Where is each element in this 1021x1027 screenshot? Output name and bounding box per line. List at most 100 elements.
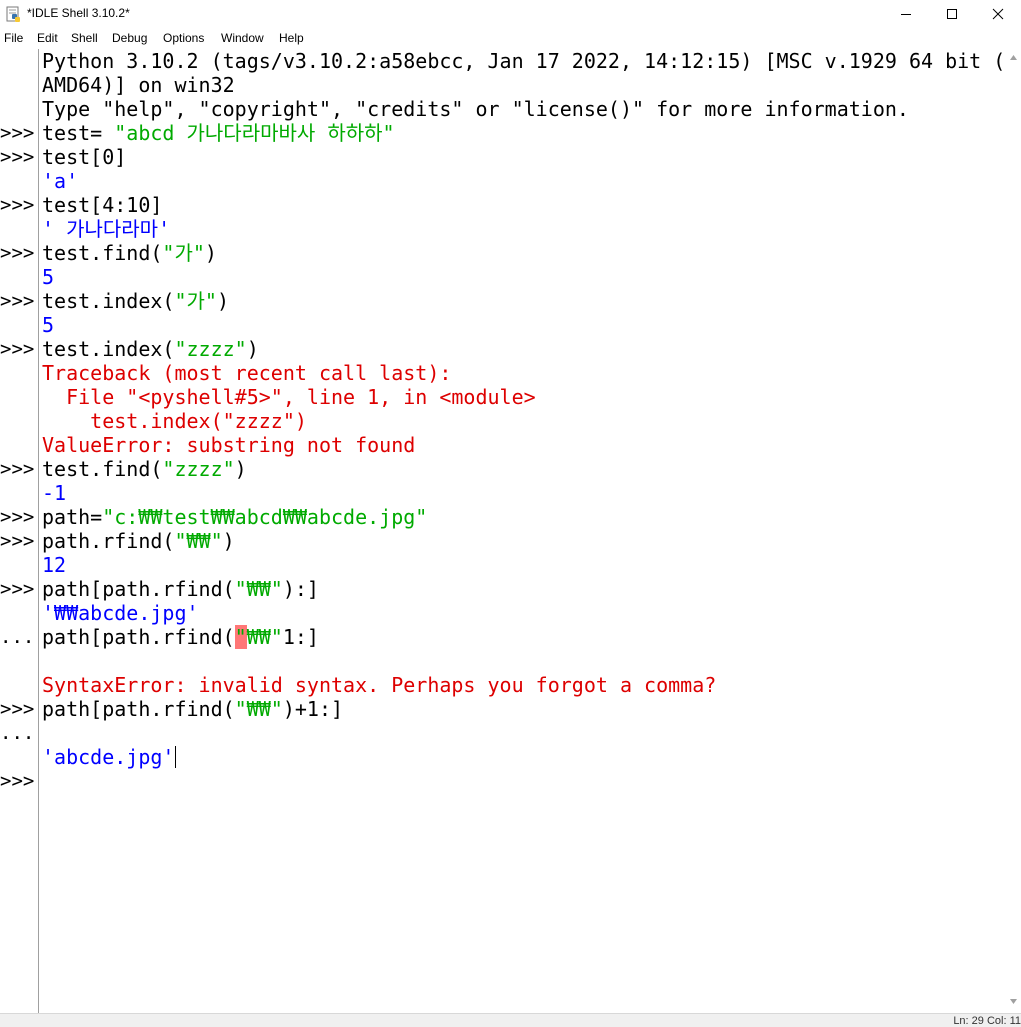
maximize-icon <box>947 9 957 19</box>
cursor-position: Ln: 29 Col: 11 <box>953 1015 1021 1027</box>
shell-text-segment: ₩₩" <box>246 625 283 649</box>
shell-text-segment: ) <box>216 289 229 313</box>
shell-text-segment: 5 <box>42 313 55 337</box>
syntax-error-highlight: " <box>234 625 247 649</box>
shell-prompt: >>> <box>0 698 35 720</box>
shell-text-segment: "가" <box>174 289 217 313</box>
scroll-down-arrow-icon[interactable] <box>1010 999 1017 1004</box>
shell-line: test.find("가") <box>42 241 217 265</box>
shell-text-segment: Type "help", "copyright", "credits" or "… <box>42 97 909 121</box>
shell-text-segment: SyntaxError: invalid syntax. Perhaps you… <box>42 673 717 697</box>
continuation-prompt: ... <box>0 722 35 744</box>
vertical-scrollbar[interactable] <box>1006 49 1021 1013</box>
shell-text-segment: test[4:10] <box>42 193 163 217</box>
shell-text-segment: test.index( <box>42 337 175 361</box>
shell-text-segment: AMD64)] on win32 <box>42 73 235 97</box>
shell-prompt: >>> <box>0 458 35 480</box>
menu-options[interactable]: Options <box>163 31 204 45</box>
menu-file[interactable]: File <box>4 31 23 45</box>
menu-bar: File Edit Shell Debug Options Window Hel… <box>0 29 1021 49</box>
shell-text-segment: test.index( <box>42 289 175 313</box>
shell-text-segment: path[path.rfind( <box>42 577 235 601</box>
close-button[interactable] <box>975 0 1021 28</box>
shell-line: Type "help", "copyright", "credits" or "… <box>42 97 909 121</box>
idle-app-icon <box>5 5 23 23</box>
shell-text-segment: ) <box>222 529 235 553</box>
status-bar: Ln: 29 Col: 11 <box>0 1013 1021 1027</box>
close-icon <box>992 8 1004 20</box>
shell-prompt: >>> <box>0 122 35 144</box>
shell-text-segment: ) <box>204 241 217 265</box>
shell-text-segment: "₩₩" <box>234 697 283 721</box>
shell-line: path[path.rfind("₩₩")+1:] <box>42 697 343 721</box>
shell-prompt: >>> <box>0 578 35 600</box>
shell-line: path[path.rfind("₩₩"1:] <box>42 625 319 649</box>
menu-edit[interactable]: Edit <box>37 31 58 45</box>
shell-line: '₩₩abcde.jpg' <box>42 601 199 625</box>
shell-text-segment: path.rfind( <box>42 529 175 553</box>
shell-text-segment: )+1:] <box>282 697 344 721</box>
shell-line: 'abcde.jpg' <box>42 745 177 769</box>
shell-text-segment: 'a' <box>42 169 79 193</box>
shell-text-segment: test.index("zzzz") <box>42 409 307 433</box>
shell-text-segment: path[path.rfind( <box>42 697 235 721</box>
shell-line: test= "abcd 가나다라마바사 하하하" <box>42 121 395 145</box>
shell-line: Traceback (most recent call last): <box>42 361 451 385</box>
minimize-icon <box>901 14 911 15</box>
shell-line: test.index("zzzz") <box>42 337 259 361</box>
shell-prompt: >>> <box>0 506 35 528</box>
shell-line: Python 3.10.2 (tags/v3.10.2:a58ebcc, Jan… <box>42 49 1005 73</box>
menu-debug[interactable]: Debug <box>112 31 147 45</box>
shell-text-segment: path[path.rfind( <box>42 625 235 649</box>
shell-text-segment: "zzzz" <box>162 457 235 481</box>
shell-text-segment: test.find( <box>42 241 163 265</box>
minimize-button[interactable] <box>883 0 929 28</box>
menu-help[interactable]: Help <box>279 31 304 45</box>
shell-text-segment: path= <box>42 505 103 529</box>
shell-text-segment: 12 <box>42 553 67 577</box>
shell-text-segment: -1 <box>42 481 67 505</box>
shell-line: path[path.rfind("₩₩"):] <box>42 577 319 601</box>
shell-text-segment: Traceback (most recent call last): <box>42 361 452 385</box>
shell-text-area[interactable]: >>> >>> >>> >>> >>> >>> >>> >>> >>> >>> … <box>0 49 1006 1013</box>
shell-text-segment: "₩₩" <box>174 529 223 553</box>
title-bar[interactable]: *IDLE Shell 3.10.2* <box>0 0 1021 28</box>
shell-line: 5 <box>42 265 54 289</box>
shell-line: AMD64)] on win32 <box>42 73 235 97</box>
shell-line: test.index("가") <box>42 289 229 313</box>
prompt-gutter: >>> >>> >>> >>> >>> >>> >>> >>> >>> >>> … <box>0 49 39 1013</box>
shell-prompt: >>> <box>0 770 35 792</box>
shell-prompt: >>> <box>0 242 35 264</box>
shell-text-segment: "c:₩₩test₩₩abcd₩₩abcde.jpg" <box>102 505 428 529</box>
shell-prompt: >>> <box>0 146 35 168</box>
shell-line: test[0] <box>42 145 126 169</box>
shell-line: test.find("zzzz") <box>42 457 247 481</box>
menu-shell[interactable]: Shell <box>71 31 98 45</box>
shell-text-segment: 'abcde.jpg' <box>42 745 175 769</box>
shell-text-segment: ) <box>234 457 247 481</box>
shell-text-segment: ' 가나다라마' <box>42 217 171 241</box>
shell-prompt: >>> <box>0 290 35 312</box>
shell-text-segment: ):] <box>282 577 319 601</box>
menu-window[interactable]: Window <box>221 31 264 45</box>
shell-line: SyntaxError: invalid syntax. Perhaps you… <box>42 673 716 697</box>
shell-text-segment: Python 3.10.2 (tags/v3.10.2:a58ebcc, Jan… <box>42 49 1006 73</box>
shell-text-segment: "가" <box>162 241 205 265</box>
shell-text-segment: "abcd 가나다라마바사 하하하" <box>114 121 395 145</box>
shell-line: 'a' <box>42 169 78 193</box>
shell-line: -1 <box>42 481 66 505</box>
continuation-prompt: ... <box>0 626 35 648</box>
shell-text-segment: test.find( <box>42 457 163 481</box>
shell-line: ' 가나다라마' <box>42 217 170 241</box>
shell-text-segment: 5 <box>42 265 55 289</box>
shell-text-segment: test= <box>42 121 115 145</box>
shell-line: 12 <box>42 553 66 577</box>
maximize-button[interactable] <box>929 0 975 28</box>
window-title: *IDLE Shell 3.10.2* <box>27 6 130 20</box>
shell-line: path.rfind("₩₩") <box>42 529 235 553</box>
scroll-up-arrow-icon[interactable] <box>1010 55 1017 60</box>
shell-line: 5 <box>42 313 54 337</box>
shell-prompt: >>> <box>0 530 35 552</box>
shell-text-segment: "zzzz" <box>174 337 247 361</box>
shell-line: path="c:₩₩test₩₩abcd₩₩abcde.jpg" <box>42 505 427 529</box>
